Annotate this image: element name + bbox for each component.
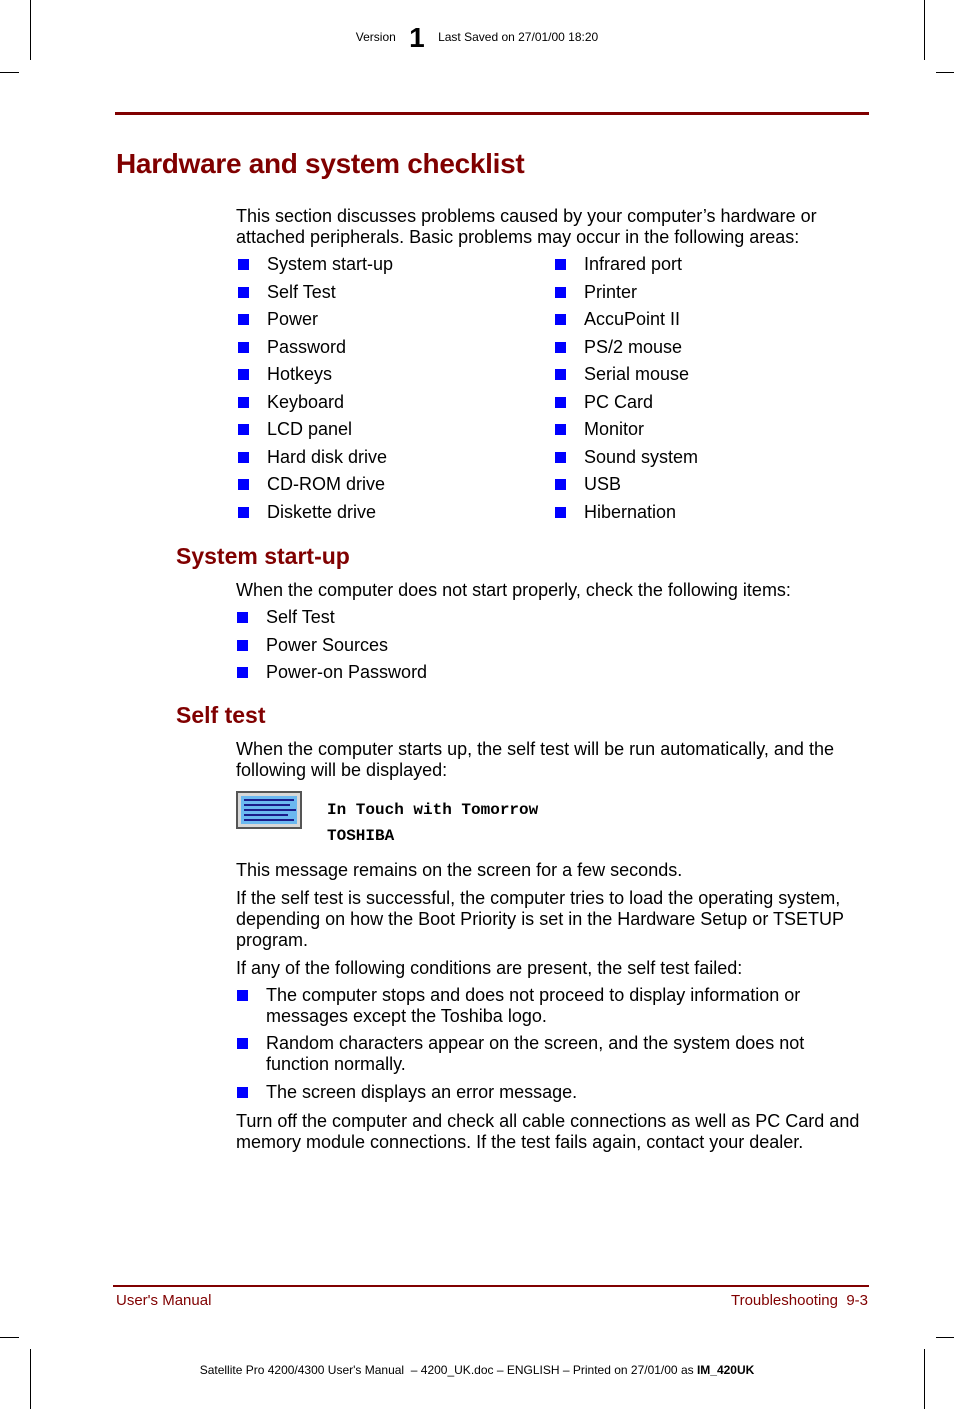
screen-message-line1: In Touch with Tomorrow (327, 801, 539, 819)
bullet-icon (238, 479, 249, 490)
bottom-rule (113, 1285, 869, 1287)
list-item: AccuPoint II (584, 309, 681, 329)
selftest-paragraph-4: Turn off the computer and check all cabl… (236, 1111, 860, 1152)
print-line: Satellite Pro 4200/4300 User's Manual – … (0, 1363, 954, 1377)
version-header: Version 1 Last Saved on 27/01/00 18:20 (0, 22, 954, 54)
bullet-icon (555, 396, 566, 408)
list-item: USB (584, 474, 622, 494)
bullet-icon (238, 314, 249, 325)
intro-paragraph: This section discusses problems caused b… (236, 206, 817, 247)
startup-intro: When the computer does not start properl… (236, 580, 791, 600)
bullet-icon (555, 424, 566, 435)
list-item: The screen displays an error message. (266, 1082, 578, 1102)
list-item: Power Sources (266, 634, 389, 655)
bullet-icon (237, 639, 248, 651)
crop-mark (924, 1349, 925, 1409)
list-item: Password (267, 336, 347, 357)
bullet-icon (238, 369, 249, 380)
bullet-icon (237, 667, 248, 678)
print-code: IM_420UK (696, 1363, 755, 1377)
screen-message-line2: TOSHIBA (327, 827, 395, 845)
selftest-intro: When the computer starts up, the self te… (236, 739, 834, 780)
bullet-icon (237, 612, 248, 623)
bullet-icon (238, 424, 249, 435)
list-item: PS/2 mouse (584, 336, 683, 357)
list-item: Self Test (266, 607, 335, 627)
list-item: Hibernation (584, 501, 677, 522)
list-item: Hotkeys (267, 364, 333, 384)
list-item: Hard disk drive (267, 446, 388, 467)
crop-mark (30, 1349, 31, 1409)
bullet-icon (555, 479, 566, 490)
top-rule (115, 112, 869, 115)
version-number: 1 (409, 22, 425, 53)
bullet-icon (238, 506, 249, 518)
list-item: PC Card (584, 391, 654, 412)
bullet-icon (555, 286, 566, 298)
list-item: Random characters appear on the screen, … (266, 1033, 805, 1074)
crop-mark (936, 1337, 954, 1338)
list-item: Monitor (584, 419, 645, 439)
list-item: Self Test (267, 281, 336, 302)
bullet-icon (555, 506, 566, 518)
selftest-paragraph-2: If the self test is successful, the comp… (236, 888, 844, 950)
bullet-icon (555, 259, 566, 270)
list-item: LCD panel (267, 419, 353, 439)
footer-right: Troubleshooting 9-3 (730, 1292, 868, 1309)
list-item: Serial mouse (584, 364, 690, 384)
version-label: Version (355, 30, 396, 44)
selftest-paragraph-3: If any of the following conditions are p… (236, 958, 743, 978)
print-info: Satellite Pro 4200/4300 User's Manual – … (199, 1363, 697, 1377)
list-item: Infrared port (584, 254, 683, 274)
bullet-icon (238, 259, 249, 270)
bullet-icon (237, 1087, 248, 1098)
bullet-icon (238, 396, 249, 408)
footer-left: User's Manual (116, 1292, 212, 1309)
bullet-icon (238, 341, 249, 353)
list-item: Keyboard (267, 391, 345, 412)
last-saved: Last Saved on 27/01/00 18:20 (438, 30, 599, 44)
crop-mark (0, 72, 19, 73)
list-item: Power-on Password (266, 662, 428, 682)
bullet-icon (555, 341, 566, 353)
list-item: Diskette drive (267, 501, 377, 522)
screen-icon (236, 791, 302, 829)
page-title: Hardware and system checklist (116, 148, 525, 179)
list-item: Printer (584, 281, 638, 302)
list-item: The computer stops and does not proceed … (266, 985, 801, 1026)
crop-mark (0, 1337, 19, 1338)
crop-mark (936, 72, 954, 73)
selftest-paragraph-1: This message remains on the screen for a… (236, 860, 683, 880)
bullet-icon (238, 451, 249, 463)
bullet-icon (555, 314, 566, 325)
bullet-icon (237, 1038, 248, 1049)
section-heading-system-startup: System start-up (176, 543, 350, 569)
list-item: CD-ROM drive (267, 474, 386, 494)
bullet-icon (238, 286, 249, 298)
bullet-icon (555, 451, 566, 463)
section-heading-self-test: Self test (176, 702, 266, 728)
bullet-icon (555, 369, 566, 380)
list-item: Power (267, 309, 319, 329)
list-item: System start-up (267, 254, 394, 274)
bullet-icon (237, 990, 248, 1001)
list-item: Sound system (584, 446, 699, 467)
